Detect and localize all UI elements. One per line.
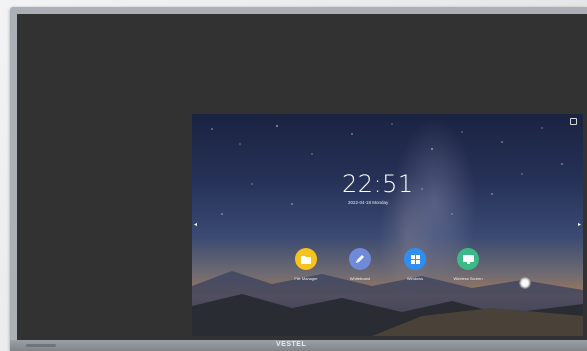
windows-icon	[404, 248, 426, 270]
app-label: Wireless Screen	[453, 276, 483, 281]
clock-time: 22:51	[342, 170, 414, 198]
home-screen: ◂ ▸ 22:51 2022-04-18 Monday File Manager…	[192, 114, 583, 336]
cast-icon	[457, 248, 479, 270]
floating-menu-button[interactable]	[519, 277, 531, 289]
left-arrow-icon[interactable]: ◂	[194, 222, 197, 228]
right-arrow-icon[interactable]: ▸	[578, 222, 581, 228]
bezel-mark	[26, 344, 56, 347]
app-whiteboard[interactable]: Whiteboard	[340, 248, 380, 281]
app-label: Windows	[406, 276, 424, 281]
pencil-icon	[349, 248, 371, 270]
app-wireless-screen[interactable]: Wireless Screen	[448, 248, 488, 281]
folder-icon	[295, 248, 317, 270]
clock-date: 2022-04-18 Monday	[348, 200, 389, 205]
mountain-silhouette	[192, 271, 583, 336]
app-label: File Manager	[294, 276, 318, 281]
status-icon[interactable]	[570, 118, 577, 125]
app-file-manager[interactable]: File Manager	[286, 248, 326, 281]
app-windows[interactable]: Windows	[395, 248, 435, 281]
brand-logo: VESTEL	[276, 341, 307, 348]
app-label: Whiteboard	[349, 276, 371, 281]
